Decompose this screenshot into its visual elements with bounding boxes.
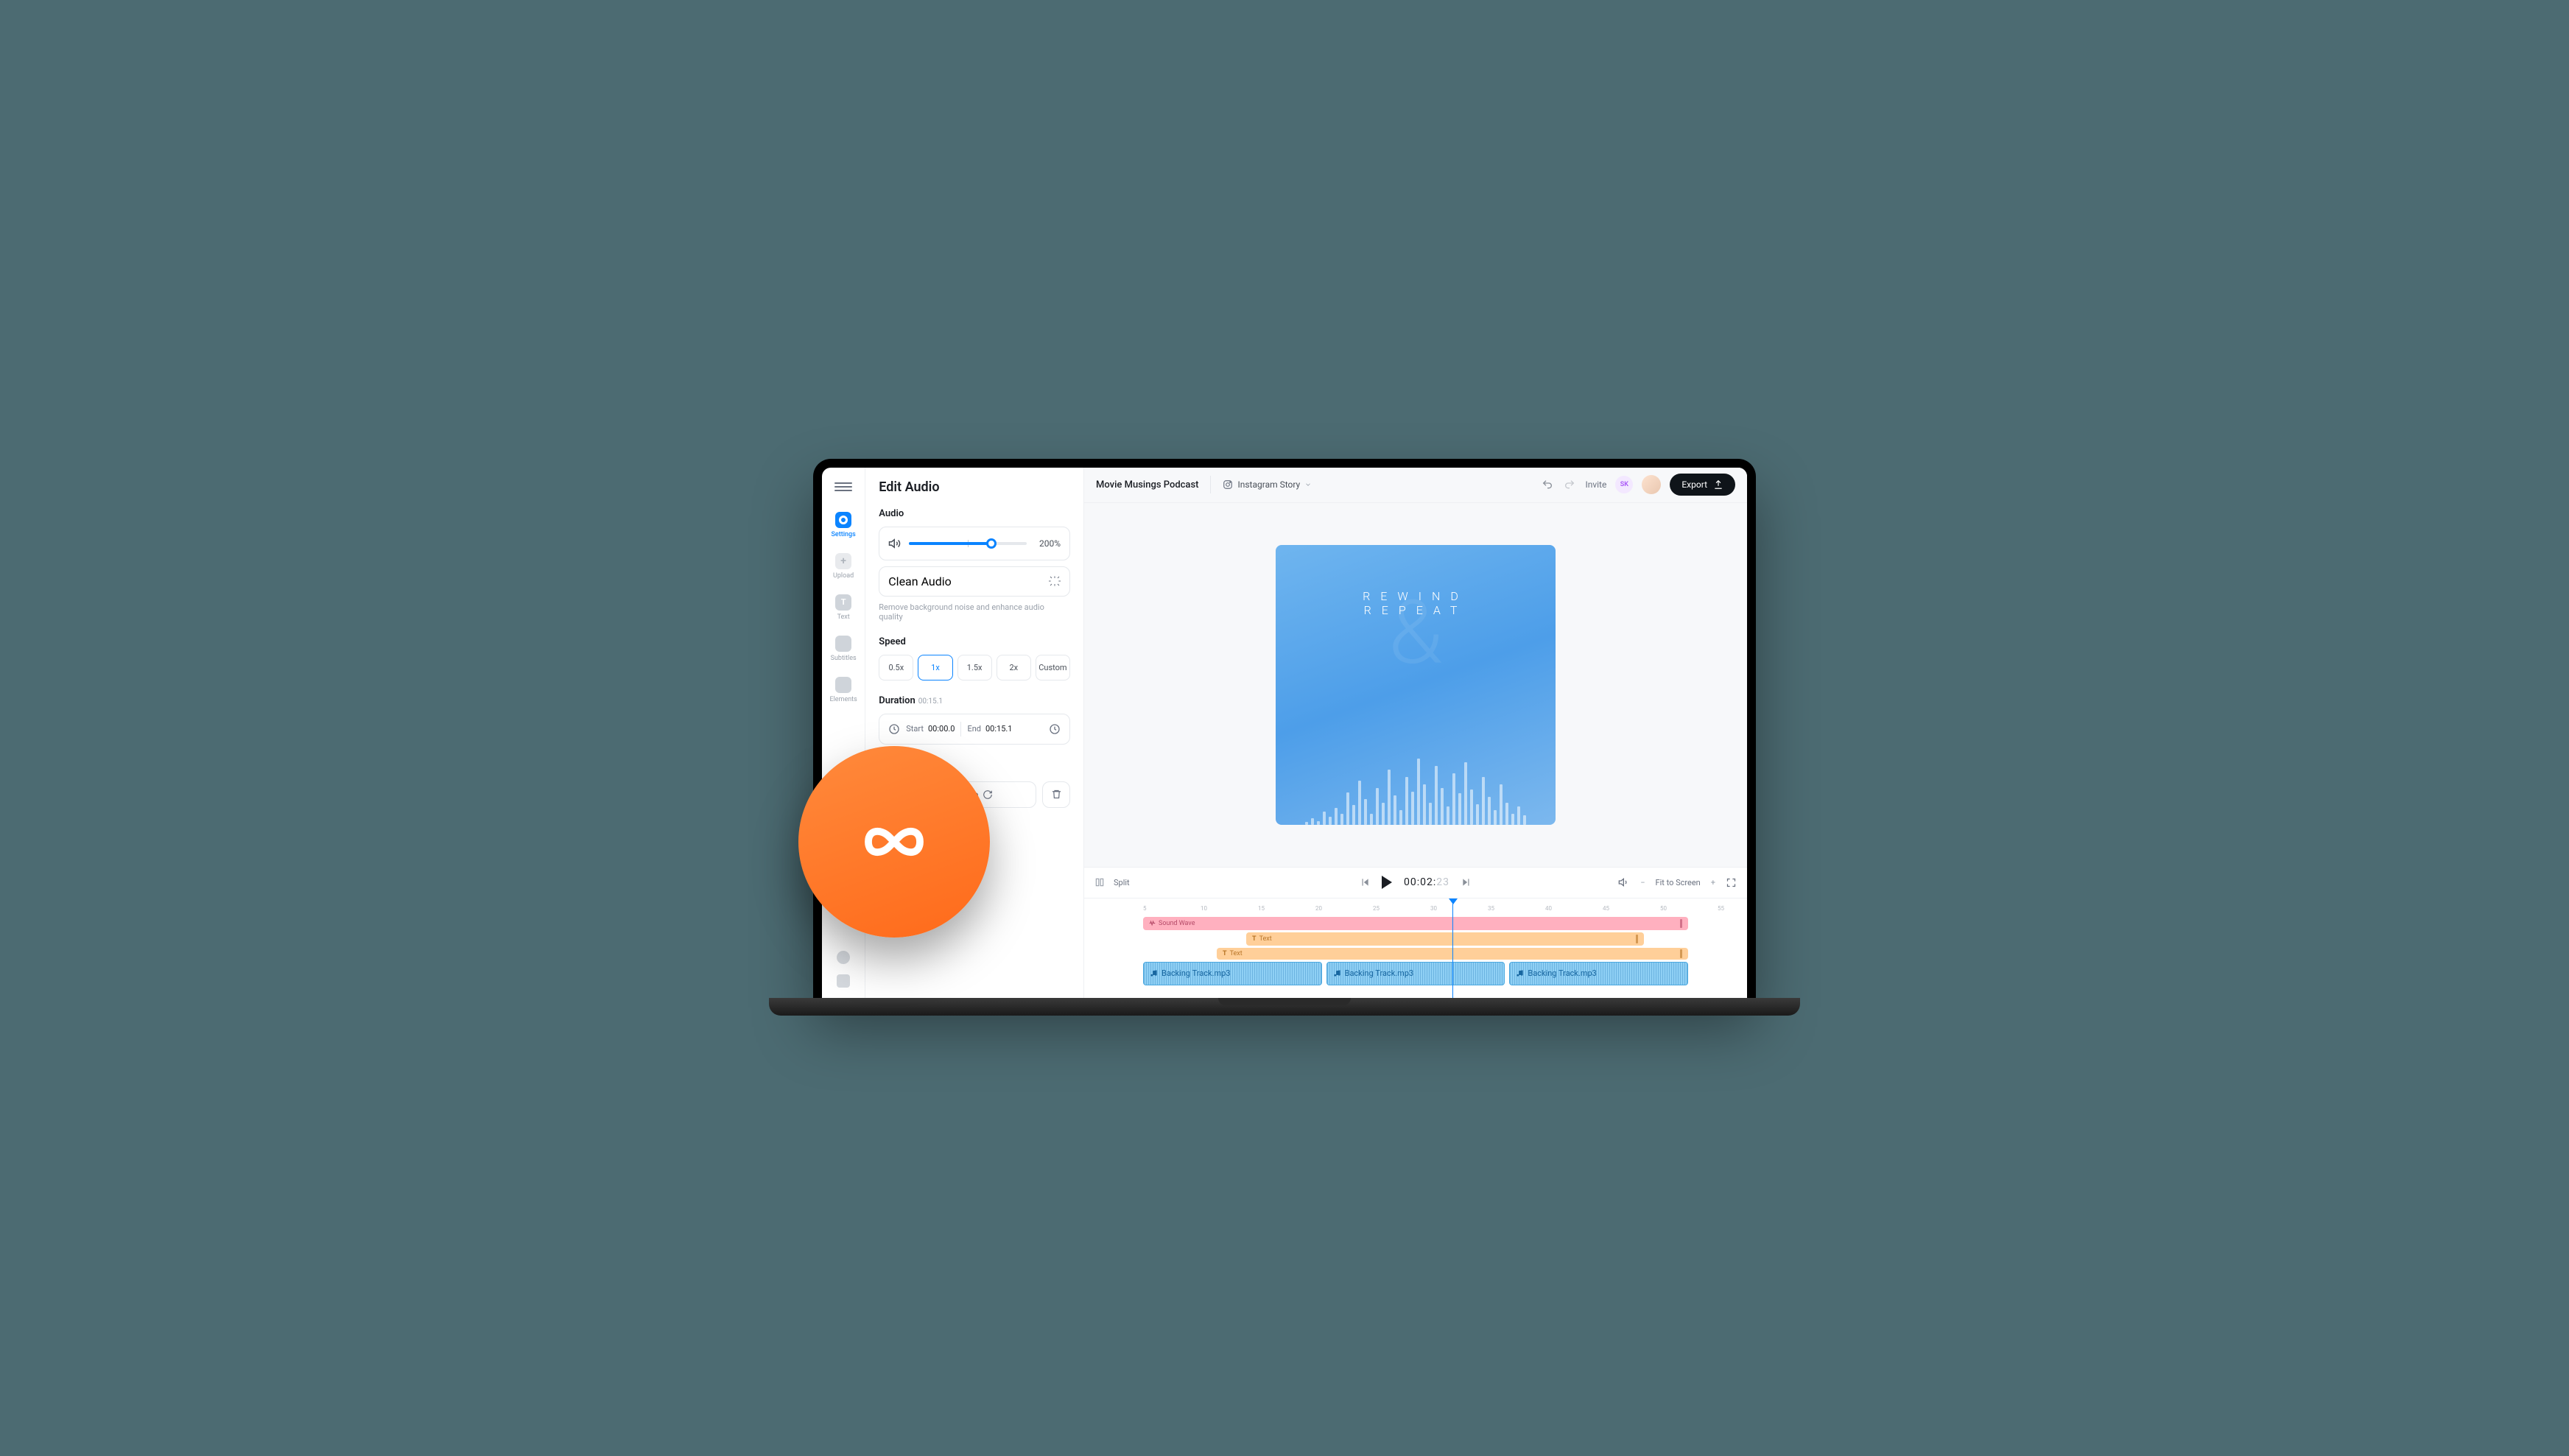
project-name[interactable]: Movie Musings Podcast bbox=[1096, 479, 1198, 490]
instagram-icon bbox=[1223, 479, 1233, 490]
speed-custom[interactable]: Custom bbox=[1036, 655, 1070, 680]
preview-canvas: & REWIND REPEAT bbox=[1084, 503, 1747, 867]
text-track-icon: T bbox=[1223, 950, 1227, 957]
fullscreen-icon[interactable] bbox=[1726, 877, 1737, 888]
split-label[interactable]: Split bbox=[1114, 878, 1130, 887]
sparkle-icon bbox=[1049, 575, 1061, 587]
rail-item-settings[interactable]: Settings bbox=[822, 506, 865, 544]
rail-item-elements[interactable]: Elements bbox=[822, 671, 865, 709]
music-note-icon bbox=[1516, 969, 1524, 977]
rail-item-text[interactable]: T Text bbox=[822, 588, 865, 627]
inbox-icon[interactable] bbox=[837, 974, 850, 988]
export-button[interactable]: Export bbox=[1670, 474, 1735, 496]
start-end-control: Start 00:00.0 End 00:15.1 bbox=[879, 714, 1070, 745]
duration-heading: Duration bbox=[879, 695, 916, 706]
speed-chips: 0.5x 1x 1.5x 2x Custom bbox=[879, 655, 1070, 680]
timeline-tracks: Sound Wave T Text T Text Backing Trac bbox=[1084, 914, 1747, 998]
speaker-icon bbox=[888, 537, 902, 550]
speaker-toggle-icon[interactable] bbox=[1618, 876, 1630, 888]
prev-frame-icon[interactable] bbox=[1360, 877, 1370, 887]
undo-icon[interactable] bbox=[1541, 479, 1554, 490]
preview-artwork[interactable]: & REWIND REPEAT bbox=[1276, 545, 1556, 825]
panel-title: Edit Audio bbox=[879, 479, 1070, 495]
format-dropdown[interactable]: Instagram Story bbox=[1223, 479, 1312, 490]
timeline-controls: Split 00:02:23 − Fit to Screen + bbox=[1084, 867, 1747, 898]
playhead[interactable] bbox=[1452, 898, 1453, 998]
help-icon[interactable] bbox=[837, 951, 850, 964]
duration-value: 00:15.1 bbox=[918, 697, 943, 706]
music-note-icon bbox=[1333, 969, 1341, 977]
volume-control: 200% bbox=[879, 527, 1070, 560]
text-track-icon: T bbox=[1252, 935, 1257, 943]
speed-1x[interactable]: 1x bbox=[918, 655, 952, 680]
refresh-icon bbox=[983, 789, 993, 800]
collaborator-badge[interactable]: SK bbox=[1615, 476, 1633, 493]
speed-0-5x[interactable]: 0.5x bbox=[879, 655, 913, 680]
volume-slider[interactable] bbox=[909, 542, 1027, 545]
text-icon: T bbox=[835, 594, 851, 611]
speed-2x[interactable]: 2x bbox=[997, 655, 1031, 680]
top-bar: Movie Musings Podcast Instagram Story In… bbox=[1084, 468, 1747, 503]
rail-item-upload[interactable]: + Upload bbox=[822, 547, 865, 585]
main-area: Movie Musings Podcast Instagram Story In… bbox=[1084, 468, 1747, 998]
music-note-icon bbox=[1150, 969, 1158, 977]
target-icon bbox=[835, 512, 851, 528]
speed-heading: Speed bbox=[879, 636, 1070, 647]
track-audio-1[interactable]: Backing Track.mp3 bbox=[1143, 962, 1322, 985]
split-icon[interactable] bbox=[1094, 877, 1105, 887]
rail-item-subtitles[interactable]: Subtitles bbox=[822, 630, 865, 668]
playhead-time: 00:02:23 bbox=[1404, 876, 1449, 888]
zoom-in-button[interactable]: + bbox=[1711, 878, 1715, 887]
start-time-input[interactable]: 00:00.0 bbox=[928, 724, 955, 734]
visualizer-bars bbox=[1305, 678, 1526, 825]
end-time-input[interactable]: 00:15.1 bbox=[985, 724, 1012, 734]
delete-audio-button[interactable] bbox=[1042, 781, 1070, 808]
zoom-out-button[interactable]: − bbox=[1640, 878, 1645, 887]
chevron-down-icon bbox=[1304, 481, 1312, 488]
audio-heading: Audio bbox=[879, 508, 1070, 519]
track-soundwave[interactable]: Sound Wave bbox=[1143, 917, 1688, 930]
plus-icon: + bbox=[835, 553, 851, 569]
upload-icon bbox=[1713, 479, 1723, 490]
clean-audio-hint: Remove background noise and enhance audi… bbox=[879, 602, 1070, 622]
clean-audio-button[interactable]: Clean Audio bbox=[879, 566, 1070, 597]
wave-icon bbox=[1149, 920, 1156, 926]
redo-icon[interactable] bbox=[1563, 479, 1576, 490]
next-frame-icon[interactable] bbox=[1461, 877, 1472, 887]
timeline-ruler[interactable]: 51015202530354045505560 bbox=[1084, 898, 1747, 914]
play-button[interactable] bbox=[1382, 876, 1392, 889]
invite-label[interactable]: Invite bbox=[1585, 479, 1606, 490]
elements-icon bbox=[835, 677, 851, 693]
loop-app-badge bbox=[798, 746, 990, 938]
user-avatar[interactable] bbox=[1642, 475, 1661, 494]
volume-value: 200% bbox=[1034, 538, 1061, 549]
track-audio-2[interactable]: Backing Track.mp3 bbox=[1326, 962, 1505, 985]
hamburger-menu-icon[interactable] bbox=[834, 478, 852, 496]
subtitles-icon bbox=[835, 636, 851, 652]
fit-to-screen-button[interactable]: Fit to Screen bbox=[1656, 878, 1701, 887]
clock-end-icon bbox=[1049, 723, 1061, 735]
track-audio-3[interactable]: Backing Track.mp3 bbox=[1509, 962, 1688, 985]
infinity-icon bbox=[843, 812, 946, 871]
speed-1-5x[interactable]: 1.5x bbox=[957, 655, 992, 680]
track-text-1[interactable]: T Text bbox=[1246, 932, 1644, 946]
trash-icon bbox=[1051, 789, 1062, 800]
clock-start-icon bbox=[888, 723, 900, 735]
